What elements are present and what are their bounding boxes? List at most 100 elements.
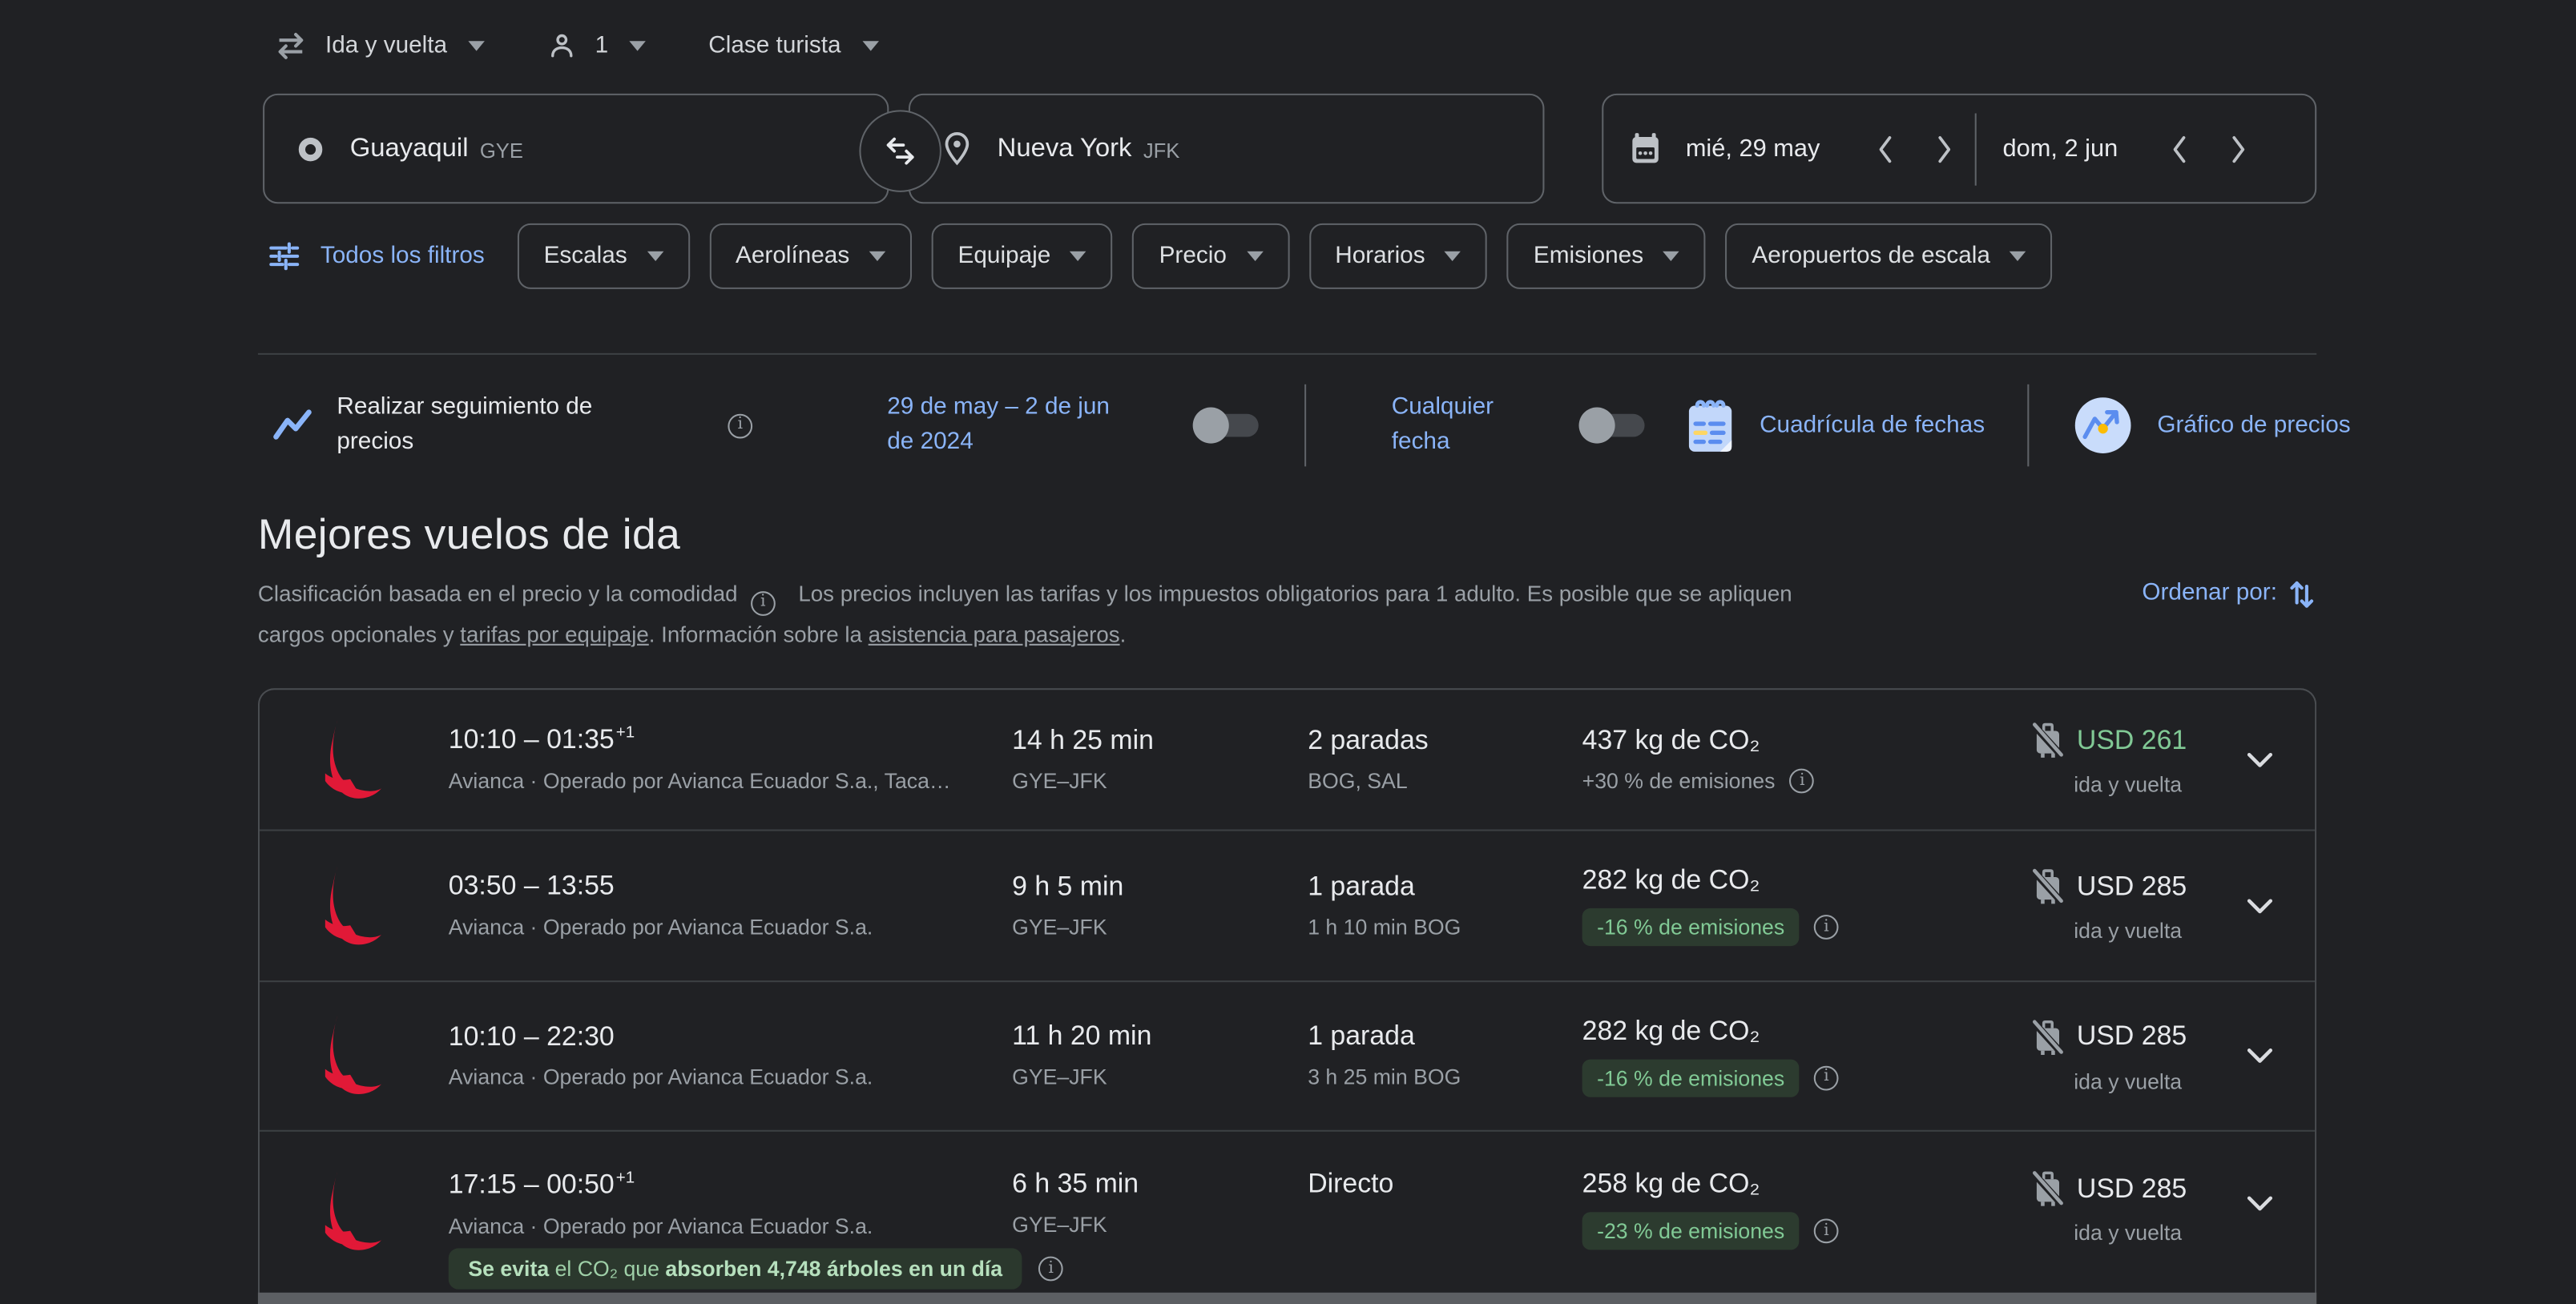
info-icon[interactable]: [1814, 1218, 1839, 1243]
no-luggage-icon: [2031, 721, 2066, 760]
tracked-date-range[interactable]: 29 de may – 2 de jun de 2024: [887, 391, 1120, 460]
no-luggage-icon: [2031, 867, 2066, 907]
depart-date-next-icon[interactable]: [1922, 127, 1965, 170]
flight-carrier: Avianca · Operado por Avianca Ecuador S.…: [449, 915, 1012, 941]
price-graph-label[interactable]: Gráfico de precios: [2157, 413, 2350, 439]
sort-by-button[interactable]: Ordenar por:: [2142, 577, 2316, 610]
cabin-class-value: Clase turista: [708, 33, 841, 59]
flight-co2: 282 kg de CO₂: [1582, 866, 1941, 897]
return-date-prev-icon[interactable]: [2157, 127, 2199, 170]
flight-route: GYE–JFK: [1012, 1065, 1308, 1091]
swap-origin-destination-button[interactable]: [859, 110, 941, 192]
trip-type-label: ida y vuelta: [2074, 918, 2187, 944]
expand-flight-icon[interactable]: [2245, 750, 2273, 770]
caret-down-icon: [1445, 252, 1461, 261]
cabin-class-select[interactable]: Clase turista: [702, 23, 885, 69]
emissions-change: -16 % de emisiones: [1582, 1059, 1800, 1097]
trending-line-icon: [271, 405, 313, 445]
price-graph-icon: [2072, 394, 2135, 457]
flight-stops-detail: BOG, SAL: [1308, 768, 1582, 795]
tune-icon: [268, 239, 300, 272]
info-icon[interactable]: [751, 590, 776, 615]
flight-price: USD 285: [2077, 1021, 2187, 1052]
avianca-logo-icon: [260, 717, 449, 803]
location-pin-icon: [943, 131, 971, 166]
any-date-toggle[interactable]: [1579, 405, 1648, 445]
info-icon[interactable]: [1814, 915, 1839, 940]
bag-fees-link[interactable]: tarifas por equipaje: [460, 622, 648, 646]
flight-co2: 258 kg de CO₂: [1582, 1169, 1941, 1201]
flight-row[interactable]: 10:10 – 22:30 Avianca · Operado por Avia…: [260, 982, 2315, 1132]
trip-type-select[interactable]: Ida y vuelta: [268, 20, 491, 73]
info-icon[interactable]: [1814, 1065, 1839, 1090]
dates-divider: [1975, 112, 1977, 184]
eco-banner: Se evita el CO₂ que absorben 4,748 árbol…: [449, 1248, 1022, 1289]
flight-row[interactable]: 03:50 – 13:55 Avianca · Operado por Avia…: [260, 831, 2315, 983]
flight-list: 10:10 – 01:35+1 Avianca · Operado por Av…: [258, 688, 2316, 1304]
return-date[interactable]: dom, 2 jun: [2003, 135, 2158, 163]
date-grid-label[interactable]: Cuadrícula de fechas: [1760, 413, 1985, 439]
trip-type-label: ida y vuelta: [2074, 1069, 2187, 1095]
flight-times: 10:10 – 22:30: [449, 1021, 1012, 1053]
results-note: Clasificación basada en el precio y la c…: [258, 575, 2049, 654]
filter-chip-stops[interactable]: Escalas: [518, 223, 690, 289]
any-date-label[interactable]: Cualquier fecha: [1392, 391, 1533, 460]
google-flights-page: Ida y vuelta 1 Clase turista Guayaquil G…: [0, 0, 2576, 1304]
caret-down-icon: [630, 41, 647, 50]
track-dates-toggle[interactable]: [1193, 405, 1262, 445]
origin-field[interactable]: Guayaquil GYE: [263, 94, 889, 203]
flight-duration: 11 h 20 min: [1012, 1021, 1308, 1052]
filter-chip-airlines[interactable]: Aerolíneas: [709, 223, 912, 289]
avianca-logo-icon: [260, 863, 449, 949]
ranking-note: Clasificación basada en el precio y la c…: [258, 582, 738, 606]
filter-chip-emissions[interactable]: Emisiones: [1507, 223, 1706, 289]
track-prices-label: Realizar seguimiento de precios: [337, 391, 599, 460]
price-tracking-bar: Realizar seguimiento de precios 29 de ma…: [271, 378, 2350, 473]
filter-bar: Todos los filtros Escalas Aerolíneas Equ…: [268, 223, 2072, 289]
info-icon[interactable]: [1038, 1257, 1063, 1282]
all-filters-label: Todos los filtros: [320, 243, 485, 269]
expand-flight-icon[interactable]: [2245, 1169, 2273, 1213]
passengers-select[interactable]: 1: [541, 22, 653, 71]
flight-times: 17:15 – 00:50+1: [449, 1169, 1012, 1201]
caret-down-icon: [1070, 252, 1087, 261]
flight-row[interactable]: 10:10 – 01:35+1 Avianca · Operado por Av…: [260, 690, 2315, 831]
tracking-divider: [2027, 384, 2029, 467]
flight-stops: 1 parada: [1308, 871, 1582, 903]
expand-flight-icon[interactable]: [2245, 1046, 2273, 1066]
results-title: Mejores vuelos de ida: [258, 509, 680, 561]
passenger-assistance-link[interactable]: asistencia para pasajeros: [869, 622, 1120, 646]
flight-duration: 9 h 5 min: [1012, 871, 1308, 903]
depart-date[interactable]: mié, 29 may: [1686, 135, 1863, 163]
filter-chip-price[interactable]: Precio: [1133, 223, 1289, 289]
flight-price: USD 285: [2077, 871, 2187, 903]
caret-down-icon: [1663, 252, 1680, 261]
flight-stops: 1 parada: [1308, 1021, 1582, 1052]
avianca-logo-icon: [260, 1169, 449, 1255]
caret-down-icon: [869, 252, 886, 261]
expand-flight-icon[interactable]: [2245, 896, 2273, 916]
flight-row[interactable]: 17:15 – 00:50+1 Avianca · Operado por Av…: [260, 1132, 2315, 1304]
filter-chip-connecting-airports[interactable]: Aeropuertos de escala: [1726, 223, 2053, 289]
filter-chip-times[interactable]: Horarios: [1308, 223, 1487, 289]
flight-carrier: Avianca · Operado por Avianca Ecuador S.…: [449, 1065, 1012, 1091]
flight-co2: 282 kg de CO₂: [1582, 1016, 1941, 1047]
origin-city: Guayaquil: [350, 134, 469, 163]
return-date-next-icon[interactable]: [2216, 127, 2259, 170]
clipped-next-row: [258, 1293, 2316, 1304]
info-icon[interactable]: [728, 413, 752, 438]
destination-field[interactable]: Nueva York JFK: [909, 94, 1545, 203]
all-filters-button[interactable]: Todos los filtros: [268, 239, 485, 272]
price-note-line2: cargos opcionales y: [258, 622, 460, 646]
date-grid-icon: [1684, 396, 1737, 455]
flight-times: 10:10 – 01:35+1: [449, 725, 1012, 757]
calendar-icon: [1630, 131, 1661, 166]
caret-down-icon: [862, 41, 879, 50]
emissions-change: -16 % de emisiones: [1582, 908, 1800, 946]
no-luggage-icon: [2031, 1017, 2066, 1056]
info-icon[interactable]: [1790, 769, 1815, 794]
flight-stops-detail: [1308, 1212, 1582, 1238]
filter-chip-bags[interactable]: Equipaje: [932, 223, 1113, 289]
caret-down-icon: [647, 252, 663, 261]
depart-date-prev-icon[interactable]: [1863, 127, 1905, 170]
